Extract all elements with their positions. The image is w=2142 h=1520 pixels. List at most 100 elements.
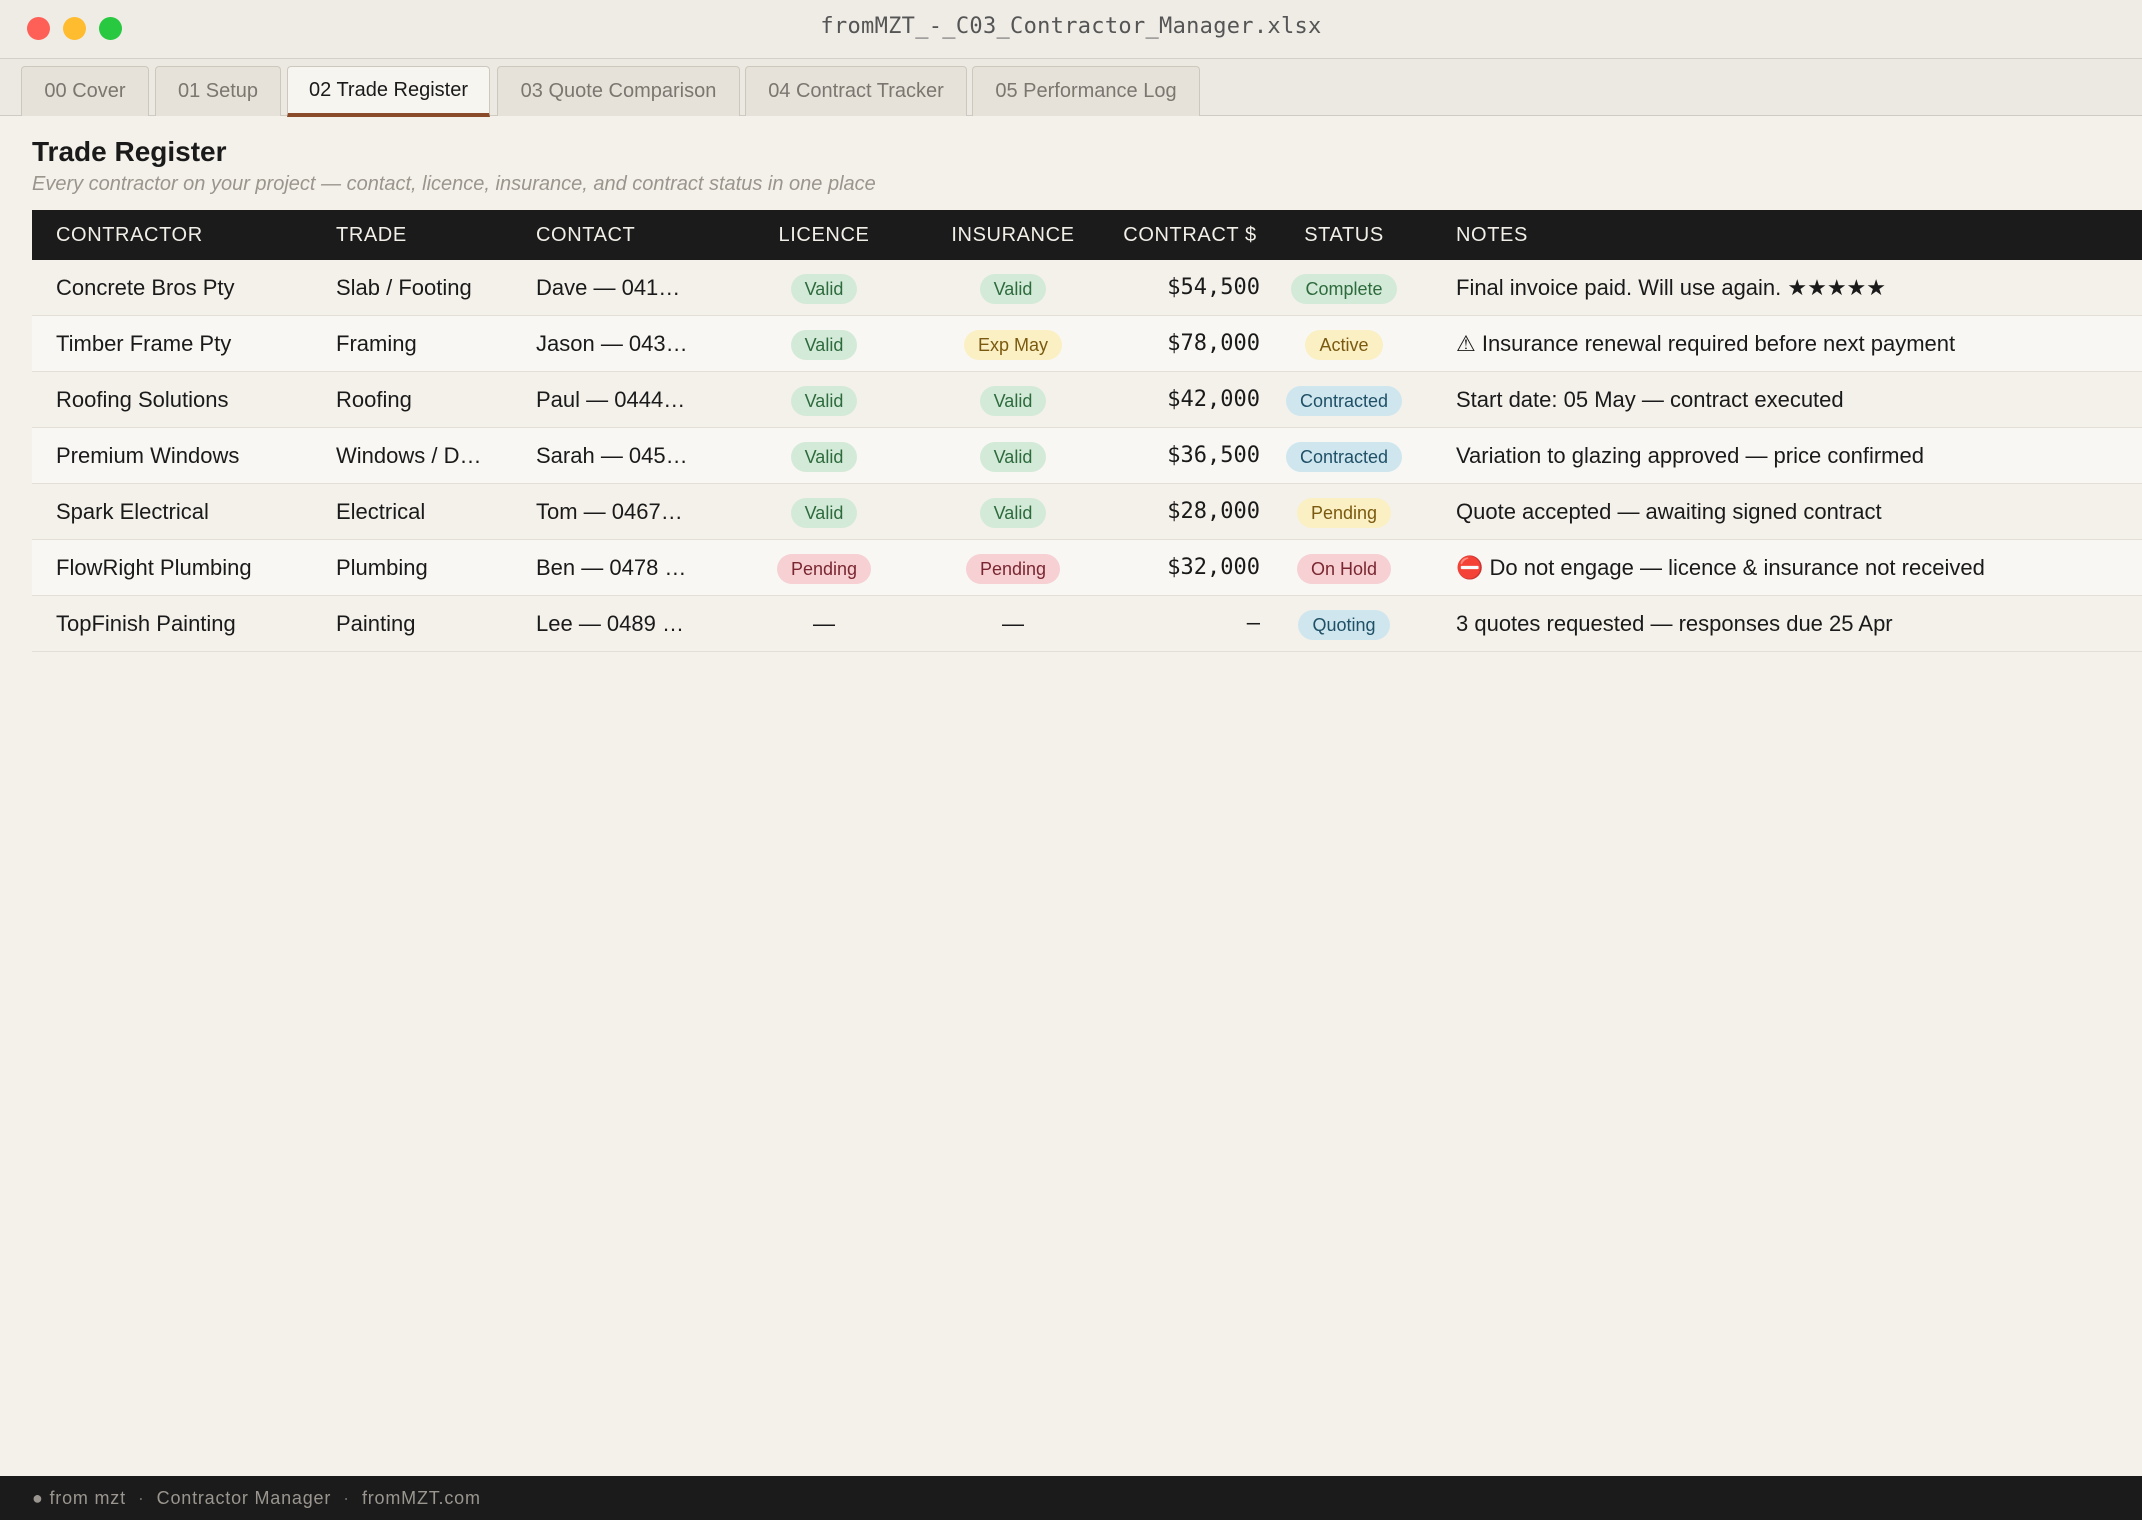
table-row: TopFinish Painting Painting Lee — 0489 …… (32, 596, 2142, 652)
contract-amount-cell[interactable]: $32,000 (1094, 540, 1260, 595)
status-badge: Contracted (1285, 442, 1403, 473)
trade-cell[interactable]: Windows / D… (336, 428, 516, 483)
licence-cell[interactable]: Valid (744, 316, 904, 371)
tab-cover[interactable]: 00 Cover (21, 66, 149, 116)
window-title: fromMZT_-_C03_Contractor_Manager.xlsx (820, 14, 1322, 39)
contact-cell[interactable]: Paul — 0444… (536, 372, 736, 427)
notes-cell[interactable]: ⛔ Do not engage — licence & insurance no… (1456, 540, 2116, 595)
tab-trade-register[interactable]: 02 Trade Register (287, 66, 490, 117)
contractor-cell[interactable]: Roofing Solutions (56, 372, 326, 427)
contract-amount-cell[interactable]: $54,500 (1094, 260, 1260, 315)
contractor-cell[interactable]: Premium Windows (56, 428, 326, 483)
title-bar: fromMZT_-_C03_Contractor_Manager.xlsx (0, 0, 2142, 59)
footer-separator: · (137, 1488, 145, 1508)
trade-cell[interactable]: Framing (336, 316, 516, 371)
insurance-cell[interactable]: Pending (922, 540, 1104, 595)
header-contractor[interactable]: CONTRACTOR (56, 210, 326, 260)
contract-amount-cell[interactable]: $36,500 (1094, 428, 1260, 483)
table-row: FlowRight Plumbing Plumbing Ben — 0478 …… (32, 540, 2142, 596)
contract-amount-cell[interactable]: – (1094, 596, 1260, 651)
contractor-cell[interactable]: Spark Electrical (56, 484, 326, 539)
notes-cell[interactable]: ⚠ Insurance renewal required before next… (1456, 316, 2116, 371)
licence-badge: Valid (790, 330, 858, 361)
insurance-cell[interactable]: Valid (922, 484, 1104, 539)
contractor-cell[interactable]: Concrete Bros Pty (56, 260, 326, 315)
trade-cell[interactable]: Roofing (336, 372, 516, 427)
tab-quote-comparison[interactable]: 03 Quote Comparison (497, 66, 740, 116)
insurance-cell[interactable]: Exp May (922, 316, 1104, 371)
tab-setup[interactable]: 01 Setup (155, 66, 281, 116)
insurance-badge: Valid (979, 498, 1047, 529)
footer-separator: · (343, 1488, 350, 1508)
contract-amount-cell[interactable]: $42,000 (1094, 372, 1260, 427)
contract-amount-cell[interactable]: $78,000 (1094, 316, 1260, 371)
header-licence[interactable]: LICENCE (744, 210, 904, 260)
insurance-cell[interactable]: Valid (922, 260, 1104, 315)
licence-cell[interactable]: Valid (744, 428, 904, 483)
tab-performance-log[interactable]: 05 Performance Log (972, 66, 1200, 116)
header-contact[interactable]: CONTACT (536, 210, 736, 260)
licence-cell[interactable]: Valid (744, 260, 904, 315)
insurance-badge: Valid (979, 274, 1047, 305)
insurance-cell[interactable]: Valid (922, 372, 1104, 427)
footer-site-link[interactable]: fromMZT.com (362, 1488, 481, 1508)
header-trade[interactable]: TRADE (336, 210, 516, 260)
contact-cell[interactable]: Tom — 0467… (536, 484, 736, 539)
status-cell[interactable]: Active (1262, 316, 1426, 371)
table-row: Roofing Solutions Roofing Paul — 0444… V… (32, 372, 2142, 428)
contact-cell[interactable]: Jason — 043… (536, 316, 736, 371)
trade-register-table: CONTRACTOR TRADE CONTACT LICENCE INSURAN… (32, 210, 2142, 652)
status-cell[interactable]: Complete (1262, 260, 1426, 315)
contact-cell[interactable]: Lee — 0489 … (536, 596, 736, 651)
licence-badge: Valid (790, 274, 858, 305)
notes-cell[interactable]: Variation to glazing approved — price co… (1456, 428, 2116, 483)
table-row: Timber Frame Pty Framing Jason — 043… Va… (32, 316, 2142, 372)
footer-brand: ● from mzt (32, 1488, 126, 1508)
contact-cell[interactable]: Ben — 0478 … (536, 540, 736, 595)
contact-cell[interactable]: Sarah — 045… (536, 428, 736, 483)
insurance-badge: Valid (979, 386, 1047, 417)
notes-cell[interactable]: Start date: 05 May — contract executed (1456, 372, 2116, 427)
status-badge: Active (1305, 330, 1383, 361)
table-header-row: CONTRACTOR TRADE CONTACT LICENCE INSURAN… (32, 210, 2142, 260)
status-cell[interactable]: Contracted (1262, 372, 1426, 427)
licence-cell[interactable]: Pending (744, 540, 904, 595)
licence-cell[interactable]: — (744, 596, 904, 651)
trade-cell[interactable]: Electrical (336, 484, 516, 539)
status-badge: Pending (1296, 498, 1392, 529)
licence-badge: Valid (790, 498, 858, 529)
notes-cell[interactable]: Final invoice paid. Will use again. ★★★★… (1456, 260, 2116, 315)
tab-contract-tracker[interactable]: 04 Contract Tracker (745, 66, 967, 116)
table-row: Concrete Bros Pty Slab / Footing Dave — … (32, 260, 2142, 316)
status-badge: On Hold (1296, 554, 1392, 585)
contact-cell[interactable]: Dave — 041… (536, 260, 736, 315)
footer-bar: ● from mzt · Contractor Manager · fromMZT.co… (0, 1476, 2142, 1520)
trade-cell[interactable]: Plumbing (336, 540, 516, 595)
status-badge: Complete (1291, 274, 1397, 305)
status-cell[interactable]: Quoting (1262, 596, 1426, 651)
status-cell[interactable]: Pending (1262, 484, 1426, 539)
header-insurance[interactable]: INSURANCE (922, 210, 1104, 260)
header-notes[interactable]: NOTES (1456, 210, 2116, 260)
status-cell[interactable]: On Hold (1262, 540, 1426, 595)
notes-cell[interactable]: Quote accepted — awaiting signed contrac… (1456, 484, 2116, 539)
trade-cell[interactable]: Slab / Footing (336, 260, 516, 315)
insurance-cell[interactable]: — (922, 596, 1104, 651)
notes-cell[interactable]: 3 quotes requested — responses due 25 Ap… (1456, 596, 2116, 651)
table-row: Premium Windows Windows / D… Sarah — 045… (32, 428, 2142, 484)
trade-cell[interactable]: Painting (336, 596, 516, 651)
licence-cell[interactable]: Valid (744, 484, 904, 539)
header-contract-amount[interactable]: CONTRACT $ (1090, 210, 1290, 260)
footer-product: Contractor Manager (156, 1488, 332, 1508)
insurance-badge: Valid (979, 442, 1047, 473)
contract-amount-cell[interactable]: $28,000 (1094, 484, 1260, 539)
insurance-cell[interactable]: Valid (922, 428, 1104, 483)
licence-cell[interactable]: Valid (744, 372, 904, 427)
contractor-cell[interactable]: FlowRight Plumbing (56, 540, 326, 595)
sheet-tab-bar: 00 Cover 01 Setup 02 Trade Register 03 Q… (0, 59, 2142, 117)
contractor-cell[interactable]: Timber Frame Pty (56, 316, 326, 371)
header-status[interactable]: STATUS (1262, 210, 1426, 260)
page-subtitle: Every contractor on your project — conta… (32, 173, 876, 195)
status-cell[interactable]: Contracted (1262, 428, 1426, 483)
contractor-cell[interactable]: TopFinish Painting (56, 596, 326, 651)
